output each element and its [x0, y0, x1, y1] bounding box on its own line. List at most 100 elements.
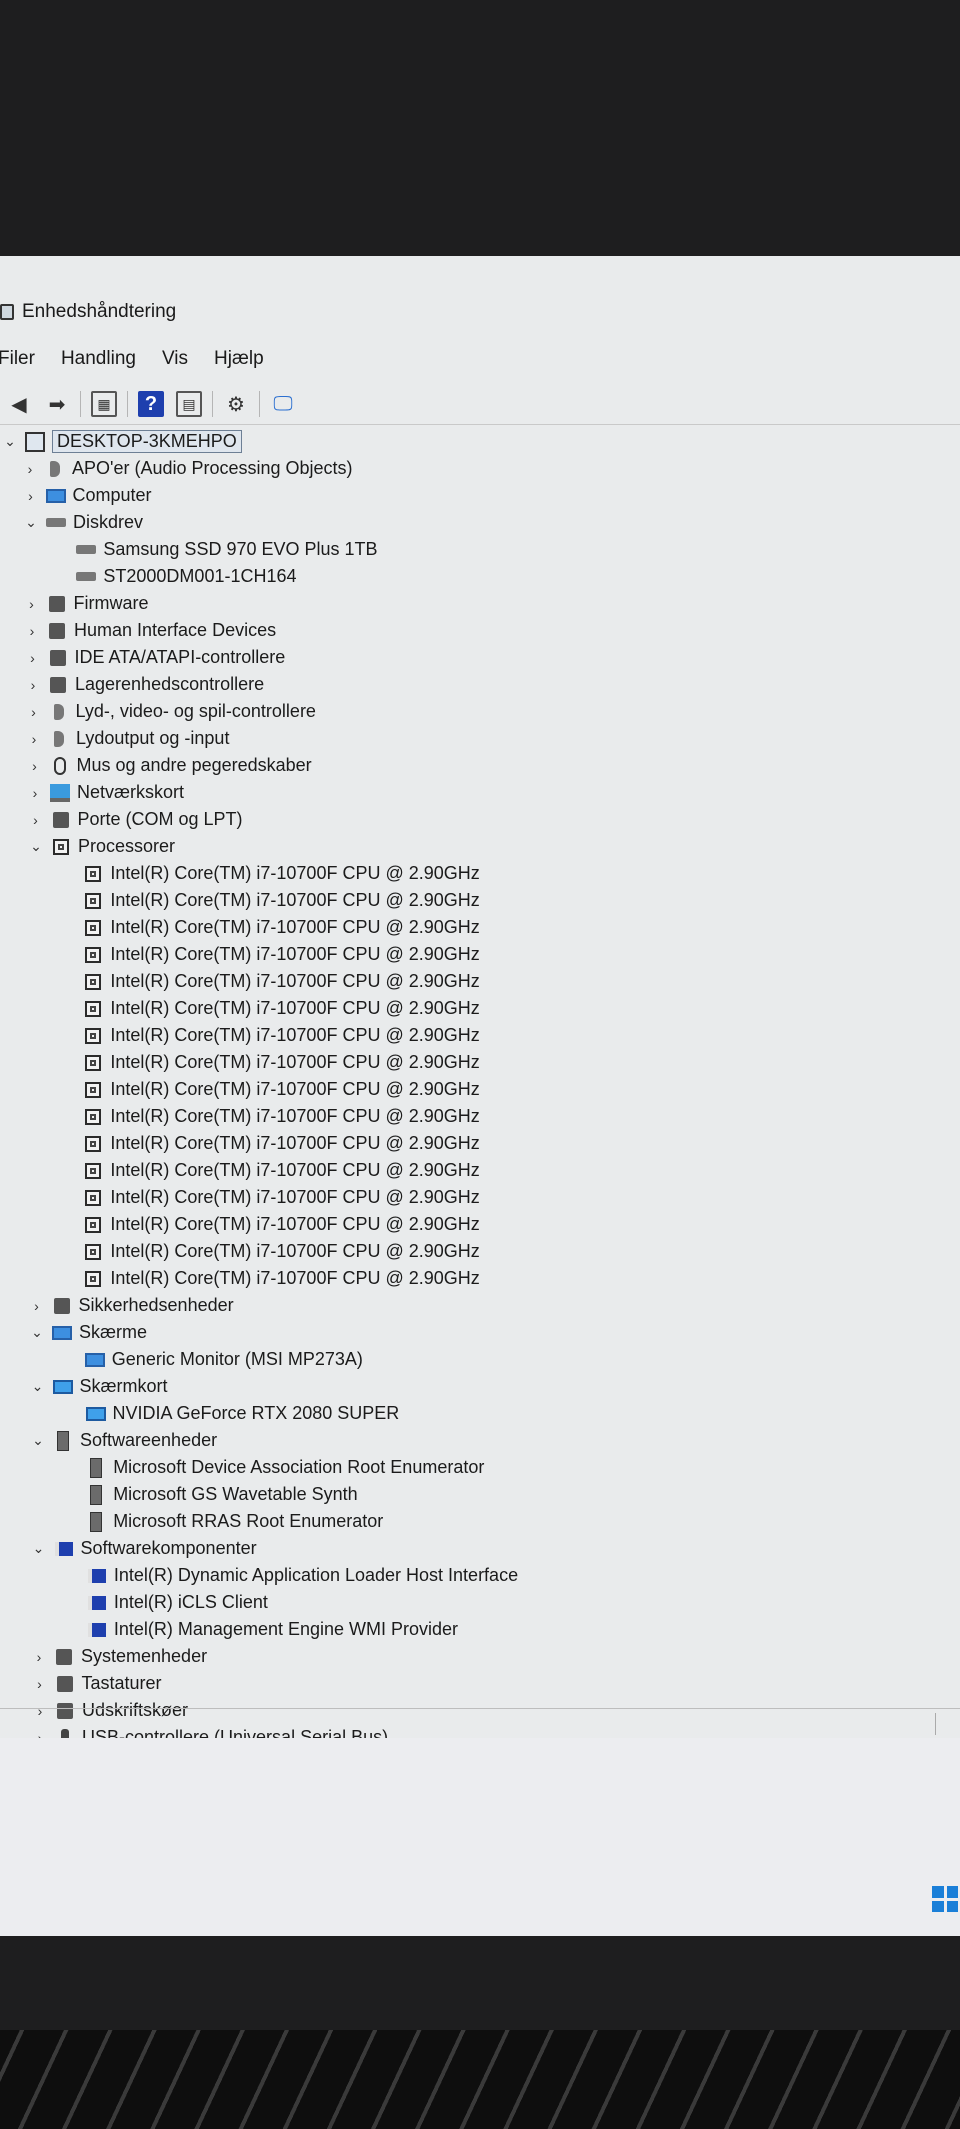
monitor-icon[interactable]: 🖵 [270, 391, 296, 417]
tree-device[interactable]: Intel(R) Core(TM) i7-10700F CPU @ 2.90GH… [0, 1238, 960, 1265]
tree-device-label: Generic Monitor (MSI MP273A) [111, 1349, 363, 1369]
tree-category[interactable]: › Porte (COM og LPT) [0, 806, 960, 833]
tree-device[interactable]: Intel(R) Core(TM) i7-10700F CPU @ 2.90GH… [0, 1049, 960, 1076]
chevron-down-icon[interactable]: ⌄ [27, 1324, 47, 1341]
tree-category-label: Diskdrev [73, 512, 144, 532]
tree-device[interactable]: NVIDIA GeForce RTX 2080 SUPER [0, 1400, 960, 1427]
tree-category[interactable]: ⌄ Skærmkort [0, 1373, 960, 1400]
tree-category[interactable]: ⌄ Softwareenheder [0, 1427, 960, 1454]
tree-device[interactable]: Intel(R) Core(TM) i7-10700F CPU @ 2.90GH… [0, 1211, 960, 1238]
tree-root[interactable]: ⌄ DESKTOP-3KMEHPO [0, 428, 960, 455]
menu-view[interactable]: Vis [162, 348, 188, 370]
chevron-right-icon[interactable]: › [22, 623, 42, 639]
toolbar: ◀ ➡ ▦ ? ▤ ⚙ 🖵 [0, 384, 960, 425]
menu-file[interactable]: Filer [0, 348, 35, 370]
chevron-right-icon[interactable]: › [27, 1298, 47, 1314]
tree-device[interactable]: Intel(R) Core(TM) i7-10700F CPU @ 2.90GH… [0, 941, 960, 968]
help-icon[interactable]: ? [138, 391, 164, 417]
device-icon [82, 864, 104, 884]
chevron-right-icon[interactable]: › [26, 812, 46, 828]
tree-device-label: Microsoft RRAS Root Enumerator [113, 1511, 384, 1531]
keyboard-icon [54, 1674, 76, 1694]
chevron-right-icon[interactable]: › [23, 650, 43, 666]
device-icon [86, 1620, 108, 1640]
tree-device[interactable]: Microsoft RRAS Root Enumerator [0, 1508, 960, 1535]
tree-category[interactable]: › Mus og andre pegeredskaber [0, 752, 960, 779]
tree-category[interactable]: › Sikkerhedsenheder [0, 1292, 960, 1319]
chevron-right-icon[interactable]: › [21, 488, 41, 504]
tree-category-label: Lagerenhedscontrollere [75, 674, 265, 694]
chevron-right-icon[interactable]: › [24, 731, 44, 747]
tree-device[interactable]: Intel(R) Core(TM) i7-10700F CPU @ 2.90GH… [0, 887, 960, 914]
tree-category[interactable]: ⌄ Softwarekomponenter [0, 1535, 960, 1562]
processor-icon [50, 837, 72, 857]
device-icon [86, 1593, 108, 1613]
properties-icon[interactable]: ▦ [91, 391, 117, 417]
tree-device-label: Intel(R) Dynamic Application Loader Host… [113, 1565, 519, 1585]
tree-category[interactable]: ⌄ Processorer [0, 833, 960, 860]
chevron-down-icon[interactable]: ⌄ [28, 1432, 48, 1449]
forward-icon[interactable]: ➡ [44, 391, 70, 417]
tree-device[interactable]: Intel(R) Core(TM) i7-10700F CPU @ 2.90GH… [0, 1076, 960, 1103]
tree-device[interactable]: Microsoft GS Wavetable Synth [0, 1481, 960, 1508]
tree-device[interactable]: Intel(R) Core(TM) i7-10700F CPU @ 2.90GH… [0, 1184, 960, 1211]
tree-device[interactable]: Intel(R) Core(TM) i7-10700F CPU @ 2.90GH… [0, 1022, 960, 1049]
tree-device[interactable]: Generic Monitor (MSI MP273A) [0, 1346, 960, 1373]
device-icon [82, 1134, 104, 1154]
menu-help[interactable]: Hjælp [214, 348, 264, 370]
chevron-right-icon[interactable]: › [30, 1676, 50, 1692]
tree-category[interactable]: › Systemenheder [0, 1643, 960, 1670]
chevron-down-icon[interactable]: ⌄ [28, 1378, 48, 1395]
device-icon [75, 567, 97, 587]
tree-device[interactable]: Intel(R) Core(TM) i7-10700F CPU @ 2.90GH… [0, 860, 960, 887]
tree-category[interactable]: › Lyd-, video- og spil-controllere [0, 698, 960, 725]
tree-device[interactable]: Intel(R) Core(TM) i7-10700F CPU @ 2.90GH… [0, 1157, 960, 1184]
chevron-right-icon[interactable]: › [20, 461, 40, 477]
tree-category[interactable]: › Firmware [0, 590, 960, 617]
device-manager-screen: Enhedshåndtering Filer Handling Vis Hjæl… [0, 256, 960, 1936]
tree-device[interactable]: Intel(R) iCLS Client [0, 1589, 960, 1616]
tree-category-label: Tastaturer [81, 1673, 162, 1693]
tree-category[interactable]: › Netværkskort [0, 779, 960, 806]
chevron-right-icon[interactable]: › [29, 1649, 49, 1665]
chevron-right-icon[interactable]: › [25, 785, 45, 801]
back-icon[interactable]: ◀ [6, 391, 32, 417]
chevron-right-icon[interactable]: › [23, 677, 43, 693]
chevron-down-icon[interactable]: ⌄ [29, 1540, 49, 1557]
tree-device[interactable]: Intel(R) Core(TM) i7-10700F CPU @ 2.90GH… [0, 995, 960, 1022]
windows-start-icon[interactable] [932, 1886, 958, 1912]
tree-device-label: Intel(R) Core(TM) i7-10700F CPU @ 2.90GH… [110, 1025, 480, 1045]
chevron-right-icon[interactable]: › [24, 704, 44, 720]
tree-device[interactable]: Intel(R) Core(TM) i7-10700F CPU @ 2.90GH… [0, 1130, 960, 1157]
tree-category[interactable]: › Tastaturer [0, 1670, 960, 1697]
tree-category[interactable]: › Computer [0, 482, 960, 509]
tree-device[interactable]: ST2000DM001-1CH164 [0, 563, 960, 590]
chevron-right-icon[interactable]: › [25, 758, 45, 774]
tree-category[interactable]: ⌄ Diskdrev [0, 509, 960, 536]
ide-icon [47, 648, 69, 668]
tree-device[interactable]: Intel(R) Core(TM) i7-10700F CPU @ 2.90GH… [0, 968, 960, 995]
tree-device[interactable]: Intel(R) Core(TM) i7-10700F CPU @ 2.90GH… [0, 914, 960, 941]
menu-action[interactable]: Handling [61, 348, 136, 370]
tree-category[interactable]: › Human Interface Devices [0, 617, 960, 644]
tree-device[interactable]: Intel(R) Management Engine WMI Provider [0, 1616, 960, 1643]
tree-category[interactable]: › IDE ATA/ATAPI-controllere [0, 644, 960, 671]
device-icon [82, 1188, 104, 1208]
tree-device[interactable]: Intel(R) Core(TM) i7-10700F CPU @ 2.90GH… [0, 1265, 960, 1292]
tree-device[interactable]: Intel(R) Dynamic Application Loader Host… [0, 1562, 960, 1589]
chevron-right-icon[interactable]: › [22, 596, 42, 612]
tree-category[interactable]: › Lagerenhedscontrollere [0, 671, 960, 698]
chevron-down-icon[interactable]: ⌄ [26, 838, 46, 855]
details-icon[interactable]: ▤ [176, 391, 202, 417]
chevron-down-icon[interactable]: ⌄ [21, 514, 41, 531]
tree-device[interactable]: Microsoft Device Association Root Enumer… [0, 1454, 960, 1481]
hid-icon [46, 621, 68, 641]
tree-device[interactable]: Samsung SSD 970 EVO Plus 1TB [0, 536, 960, 563]
tree-category[interactable]: › APO'er (Audio Processing Objects) [0, 455, 960, 482]
tree-category[interactable]: ⌄ Skærme [0, 1319, 960, 1346]
tree-device[interactable]: Intel(R) Core(TM) i7-10700F CPU @ 2.90GH… [0, 1103, 960, 1130]
tree-category[interactable]: › Lydoutput og -input [0, 725, 960, 752]
chevron-down-icon[interactable]: ⌄ [0, 433, 20, 450]
scan-hardware-icon[interactable]: ⚙ [223, 391, 249, 417]
tree-category-label: Mus og andre pegeredskaber [76, 755, 312, 775]
